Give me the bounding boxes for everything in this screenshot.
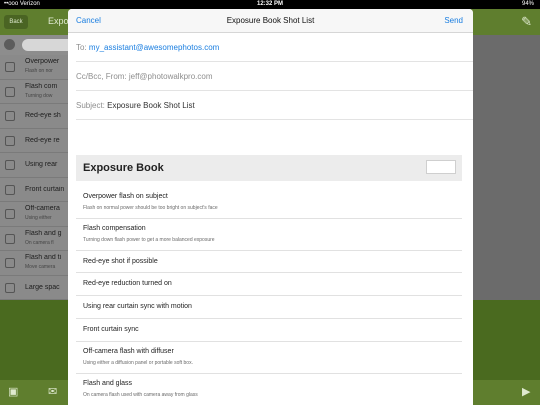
list-item[interactable]: Front curtain <box>0 178 70 202</box>
checkbox[interactable] <box>5 184 15 195</box>
pencil-icon[interactable]: ✎ <box>521 14 532 30</box>
item-title: Red-eye shot if possible <box>83 258 158 265</box>
list-item[interactable]: Overpower Flash on nor <box>0 55 70 80</box>
list-item-title: Flash com <box>25 82 58 90</box>
list-item: Red-eye shot if possible <box>76 251 462 273</box>
list-item-subtitle: Flash on nor <box>25 68 53 74</box>
list-item[interactable]: Flash com Turning dow <box>0 80 70 104</box>
cc-bcc-from-field[interactable]: Cc/Bcc, From: jeff@photowalkpro.com <box>76 62 473 91</box>
list-item: Off-camera flash with diffuser Using eit… <box>76 342 462 374</box>
book-header: Exposure Book <box>76 155 462 181</box>
compose-sheet: Cancel Exposure Book Shot List Send To: … <box>68 9 473 405</box>
list-item-subtitle: On camera fl <box>25 239 54 246</box>
item-title: Using rear curtain sync with motion <box>83 303 192 310</box>
gear-icon[interactable] <box>4 39 15 50</box>
list-item-title: Using rear <box>25 161 58 168</box>
list-item[interactable]: Red-eye sh <box>0 104 70 129</box>
list-item-title: Flash and g <box>25 229 62 237</box>
list-item-subtitle: Using either <box>25 215 52 221</box>
checkbox[interactable] <box>5 111 15 121</box>
mail-icon[interactable]: ✉ <box>48 385 57 398</box>
send-button[interactable]: Send <box>444 16 463 25</box>
list-item[interactable]: Flash and g On camera fl <box>0 227 70 251</box>
list-item: Flash compensation Turning down flash po… <box>76 219 462 251</box>
item-subtitle: Flash on normal power should be too brig… <box>83 205 218 211</box>
item-subtitle: Turning down flash power to get a more b… <box>83 237 215 243</box>
list-item-title: Overpower <box>25 58 60 65</box>
camera-icon[interactable]: ▣ <box>8 385 18 398</box>
checkbox[interactable] <box>5 160 15 170</box>
checkbox[interactable] <box>5 62 15 72</box>
search-input[interactable] <box>22 39 70 51</box>
list-item[interactable]: Off-camera Using either <box>0 202 70 227</box>
status-bar: ••ooo Verizon 12:32 PM 94% <box>0 0 540 9</box>
checkbox[interactable] <box>5 135 15 146</box>
back-button[interactable]: Back <box>4 15 28 29</box>
list-item-title: Front curtain <box>25 185 65 193</box>
item-title: Front curtain sync <box>83 326 139 333</box>
list-item-title: Red-eye sh <box>25 112 61 119</box>
list-item-title: Large spac <box>25 283 60 291</box>
item-title: Red-eye reduction turned on <box>83 280 172 287</box>
list-item[interactable]: Red-eye re <box>0 129 70 153</box>
list-item: Red-eye reduction turned on <box>76 273 462 296</box>
background-list: Overpower Flash on nor Flash com Turning d… <box>0 55 70 300</box>
checkbox[interactable] <box>5 258 15 268</box>
item-subtitle: On camera flash used with camera away fr… <box>83 392 198 398</box>
checkbox[interactable] <box>5 282 15 293</box>
item-title: Off-camera flash with diffuser <box>83 348 174 355</box>
play-icon[interactable]: ▶ <box>522 385 530 398</box>
checkbox[interactable] <box>5 209 15 219</box>
checkbox[interactable] <box>5 233 15 244</box>
subject-field[interactable]: Subject: Exposure Book Shot List <box>76 91 473 120</box>
cc-bcc-from-label: Cc/Bcc, From: <box>76 72 127 81</box>
list-item-subtitle: Turning dow <box>25 92 53 99</box>
item-title: Overpower flash on subject <box>83 193 168 200</box>
list-item[interactable]: Large spac <box>0 276 70 300</box>
from-value: jeff@photowalkpro.com <box>128 72 213 81</box>
list-item-title: Off-camera <box>25 205 60 212</box>
list-item[interactable]: Flash and ti Move camera <box>0 251 70 276</box>
to-field[interactable]: To: my_assistant@awesomephotos.com <box>76 33 473 62</box>
item-title: Flash and glass <box>83 380 133 387</box>
list-item: Using rear curtain sync with motion <box>76 296 462 319</box>
compose-nav-bar: Cancel Exposure Book Shot List Send <box>68 9 473 33</box>
list-item-subtitle: Move camera <box>25 264 56 270</box>
list-item[interactable]: Using rear <box>0 153 70 178</box>
item-title: Flash compensation <box>83 225 146 232</box>
subject-value[interactable]: Exposure Book Shot List <box>107 101 195 110</box>
list-item: Front curtain sync <box>76 319 462 342</box>
background-search-bar <box>0 35 70 55</box>
battery-label: 94% <box>521 1 534 7</box>
clock: 12:32 PM <box>256 1 283 7</box>
list-item: Flash and glass On camera flash used wit… <box>76 374 462 405</box>
list-item: Overpower flash on subject Flash on norm… <box>76 187 462 219</box>
list-item-title: Red-eye re <box>25 136 60 144</box>
book-image-placeholder <box>426 160 456 174</box>
background-title: Expo <box>48 16 69 26</box>
book-title: Exposure Book <box>83 162 164 174</box>
subject-label: Subject: <box>76 101 105 110</box>
checkbox[interactable] <box>5 86 15 97</box>
list-item-title: Flash and ti <box>25 254 62 261</box>
to-label: To: <box>76 43 87 52</box>
compose-title: Exposure Book Shot List <box>226 16 315 25</box>
to-recipient[interactable]: my_assistant@awesomephotos.com <box>89 43 219 52</box>
item-subtitle: Using either a diffusion panel or portab… <box>83 360 193 366</box>
